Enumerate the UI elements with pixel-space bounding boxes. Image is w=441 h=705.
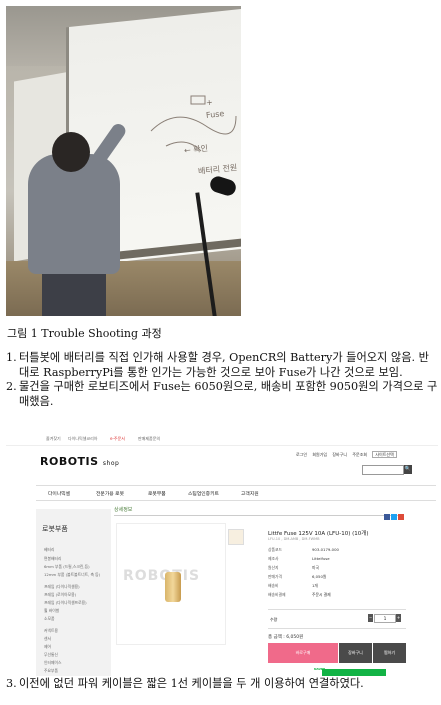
- google-plus-icon[interactable]: [398, 514, 404, 520]
- sidebar-item[interactable]: 프레임 (다이나믹셀용): [44, 584, 80, 590]
- store-nav: 다이나믹셀 전문가용 로봇 로봇부품 스팀업인증키트 고객지원: [36, 485, 436, 501]
- sidebar-item[interactable]: 베터리: [44, 547, 54, 553]
- spec-row: 제조사 Littelfuse: [268, 556, 330, 562]
- spec-label: 판매가격: [268, 574, 282, 579]
- spec-value: Littelfuse: [312, 556, 330, 561]
- photo-person-head: [52, 132, 90, 172]
- topbar-link[interactable]: 판매제품문의: [138, 436, 160, 442]
- photo-person-legs: [42, 271, 106, 316]
- spec-value: 903-0179-000: [312, 547, 339, 552]
- total-price: 총 금액 : 6,050원: [268, 635, 304, 640]
- search-button[interactable]: 🔍: [404, 465, 412, 474]
- store-sidebar: 로봇부품 베터리 면봉배터리 6mm 부품 (드릴,스크린,등) 12mm 부품…: [36, 509, 111, 676]
- sidebar-item[interactable]: 12mm 부품 (볼트볼트너트, 축 등): [44, 572, 100, 578]
- product-name: Littfe Fuse 125V 10A (LFU-10) (10개): [268, 531, 369, 537]
- twitter-icon[interactable]: [391, 514, 397, 520]
- spec-row: 배송비결제 주문시 결제: [268, 592, 331, 598]
- nav-item[interactable]: 로봇부품: [148, 490, 166, 497]
- board-diagram-lines: [150, 95, 237, 152]
- figure-caption: 그림 1 Trouble Shooting 과정: [7, 327, 162, 340]
- list-number: 1.: [6, 351, 17, 364]
- sidebar-item[interactable]: 커넥트용: [44, 628, 58, 634]
- search-input[interactable]: [362, 465, 404, 475]
- sidebar-item[interactable]: 프레임 (로이아모용): [44, 592, 76, 598]
- logo-sub: shop: [102, 460, 120, 467]
- spec-label: 제조사: [268, 556, 279, 561]
- sidebar-title: 로봇부품: [42, 525, 68, 533]
- order-lookup-link[interactable]: 주문조회: [352, 452, 367, 457]
- cart-link[interactable]: 장바구니: [332, 452, 347, 457]
- list-item: 1. 터틀봇에 배터리를 직접 인가해 사용할 경우, OpenCR의 Batt…: [6, 351, 438, 380]
- quantity-label: 수량: [270, 617, 278, 622]
- topbar-link[interactable]: 즐겨찾기: [46, 436, 61, 442]
- list-text: 이전에 없던 파워 케이블은 짧은 1선 케이블을 두 개 이용하여 연결하였다…: [19, 677, 364, 690]
- product-thumbnail[interactable]: [228, 529, 244, 545]
- sidebar-item[interactable]: 6mm 부품 (드릴,스크린,등): [44, 564, 90, 570]
- spec-row: 배송비 1개: [268, 583, 318, 589]
- store-topbar: 즐겨찾기 다이나믹셀코리아 e-주문서 판매제품문의: [6, 433, 438, 446]
- notes-list: 1. 터틀봇에 배터리를 직접 인가해 사용할 경우, OpenCR의 Batt…: [6, 351, 438, 690]
- fuse-image: [165, 572, 181, 602]
- troubleshooting-photo: + Fuse ← 확인 배터리 전원: [6, 6, 241, 316]
- sidebar-item[interactable]: 면봉배터리: [44, 556, 61, 562]
- spec-value: 미국: [312, 565, 319, 570]
- quantity-decrease-button[interactable]: −: [368, 614, 373, 622]
- spec-value: 6,050원: [312, 574, 327, 579]
- quantity-row: 수량 − 1 +: [268, 609, 406, 629]
- list-number: 2.: [6, 380, 17, 393]
- sidebar-item[interactable]: 제어: [44, 644, 51, 650]
- logo-main: ROBOTIS: [40, 455, 99, 468]
- facebook-icon[interactable]: [384, 514, 390, 520]
- spec-label: 상품코드: [268, 547, 282, 552]
- login-link[interactable]: 로그인: [296, 452, 307, 457]
- share-icons: [384, 505, 406, 520]
- spec-label: 배송비결제: [268, 592, 286, 597]
- store-utility-links: 로그인 회원가입 장바구니 주문조회 사이트선택: [296, 451, 401, 458]
- sidebar-item[interactable]: 무선통신: [44, 652, 58, 658]
- topbar-link[interactable]: e-주문서: [110, 436, 125, 442]
- store-logo[interactable]: ROBOTIS shop: [40, 455, 119, 468]
- buy-now-button[interactable]: 바로구매: [268, 643, 338, 663]
- nav-item[interactable]: 전문가용 로봇: [96, 490, 124, 497]
- spec-label: 배송비: [268, 583, 279, 588]
- sidebar-item[interactable]: 소모품: [44, 616, 54, 622]
- topbar-link[interactable]: 다이나믹셀코리아: [68, 436, 97, 442]
- list-item: 2. 물건을 구매한 로보티즈에서 Fuse는 6050원으로, 배송비 포함한…: [6, 380, 438, 409]
- nav-item[interactable]: 고객지원: [241, 490, 259, 497]
- list-item: 3. 이전에 없던 파워 케이블은 짧은 1선 케이블을 두 개 이용하여 연결…: [6, 677, 441, 692]
- spec-value: 1개: [312, 583, 318, 588]
- quantity-increase-button[interactable]: +: [396, 614, 401, 622]
- product-watermark: ROBOTIS: [123, 568, 201, 584]
- sidebar-item[interactable]: 프레임 (다이나믹셀프로용): [44, 600, 87, 606]
- quantity-stepper[interactable]: 1: [374, 614, 396, 623]
- add-to-cart-button[interactable]: 장바구니: [339, 643, 372, 663]
- spec-label: 원산지: [268, 565, 279, 570]
- site-select[interactable]: 사이트선택: [372, 451, 397, 458]
- nav-item[interactable]: 스팀업인증키트: [188, 490, 219, 497]
- naver-pay-button[interactable]: [322, 669, 386, 676]
- product-subtitle: LFU-10 , DM-AMB , DM-FWMB: [268, 537, 320, 541]
- wishlist-button[interactable]: 찜하기: [373, 643, 406, 663]
- sidebar-item[interactable]: 센서: [44, 636, 51, 642]
- spec-value: 주문시 결제: [312, 592, 331, 597]
- list-text: 물건을 구매한 로보티즈에서 Fuse는 6050원으로, 배송비 포함한 90…: [19, 380, 438, 408]
- spec-row: 판매가격 6,050원: [268, 574, 326, 580]
- store-screenshot: 즐겨찾기 다이나믹셀코리아 e-주문서 판매제품문의 ROBOTIS shop …: [6, 433, 438, 676]
- sidebar-item[interactable]: 인터페이스: [44, 660, 61, 666]
- photo-person: [28, 154, 120, 274]
- list-text: 터틀봇에 배터리를 직접 인가해 사용할 경우, OpenCR의 Battery…: [19, 351, 429, 379]
- sidebar-item[interactable]: 휠 바이벌: [44, 608, 59, 614]
- list-number: 3.: [6, 677, 17, 690]
- detail-title: 상세정보: [114, 506, 404, 516]
- nav-item[interactable]: 다이나믹셀: [48, 490, 70, 497]
- spec-row: 원산지 미국: [268, 565, 319, 571]
- signup-link[interactable]: 회원가입: [312, 452, 327, 457]
- spec-row: 상품코드 903-0179-000: [268, 547, 339, 553]
- sidebar-item[interactable]: 주요부품: [44, 668, 58, 674]
- product-image: ROBOTIS: [116, 523, 226, 645]
